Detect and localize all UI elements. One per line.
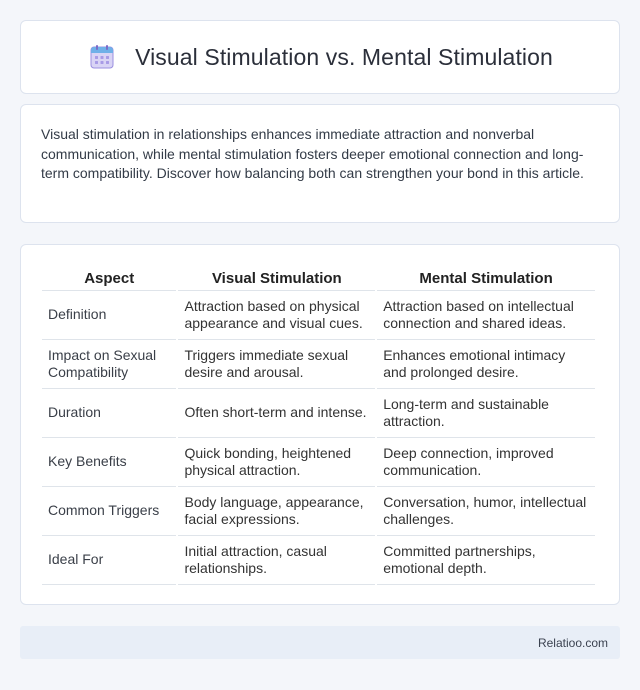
table-row: Duration Often short-term and intense. L…	[42, 389, 595, 438]
row-visual: Body language, appearance, facial expres…	[178, 487, 376, 536]
row-aspect: Impact on Sexual Compatibility	[42, 340, 177, 389]
table-header-row: Aspect Visual Stimulation Mental Stimula…	[42, 265, 595, 291]
row-visual: Initial attraction, casual relationships…	[178, 536, 376, 585]
row-aspect: Definition	[42, 291, 177, 340]
row-visual: Quick bonding, heightened physical attra…	[178, 438, 376, 487]
footer-site-link[interactable]: Relatioo.com	[538, 636, 608, 650]
column-header-aspect: Aspect	[42, 265, 177, 291]
table-row: Definition Attraction based on physical …	[42, 291, 595, 340]
table-row: Common Triggers Body language, appearanc…	[42, 487, 595, 536]
calendar-icon	[87, 42, 117, 72]
row-mental: Conversation, humor, intellectual challe…	[377, 487, 595, 536]
row-aspect: Key Benefits	[42, 438, 177, 487]
table-card: Aspect Visual Stimulation Mental Stimula…	[20, 244, 620, 605]
row-aspect: Duration	[42, 389, 177, 438]
row-aspect: Common Triggers	[42, 487, 177, 536]
footer: Relatioo.com	[20, 626, 620, 659]
table-row: Impact on Sexual Compatibility Triggers …	[42, 340, 595, 389]
intro-card: Visual stimulation in relationships enha…	[20, 104, 620, 223]
row-mental: Deep connection, improved communication.	[377, 438, 595, 487]
row-mental: Committed partnerships, emotional depth.	[377, 536, 595, 585]
table-row: Key Benefits Quick bonding, heightened p…	[42, 438, 595, 487]
row-mental: Attraction based on intellectual connect…	[377, 291, 595, 340]
page-title: Visual Stimulation vs. Mental Stimulatio…	[135, 43, 553, 70]
intro-text: Visual stimulation in relationships enha…	[41, 126, 584, 181]
row-aspect: Ideal For	[42, 536, 177, 585]
column-header-mental: Mental Stimulation	[377, 265, 595, 291]
title-card: Visual Stimulation vs. Mental Stimulatio…	[20, 20, 620, 94]
column-header-visual: Visual Stimulation	[178, 265, 376, 291]
table-row: Ideal For Initial attraction, casual rel…	[42, 536, 595, 585]
title-wrap: Visual Stimulation vs. Mental Stimulatio…	[87, 42, 553, 72]
row-mental: Enhances emotional intimacy and prolonge…	[377, 340, 595, 389]
comparison-table: Aspect Visual Stimulation Mental Stimula…	[40, 265, 597, 585]
row-visual: Triggers immediate sexual desire and aro…	[178, 340, 376, 389]
row-mental: Long-term and sustainable attraction.	[377, 389, 595, 438]
row-visual: Attraction based on physical appearance …	[178, 291, 376, 340]
row-visual: Often short-term and intense.	[178, 389, 376, 438]
